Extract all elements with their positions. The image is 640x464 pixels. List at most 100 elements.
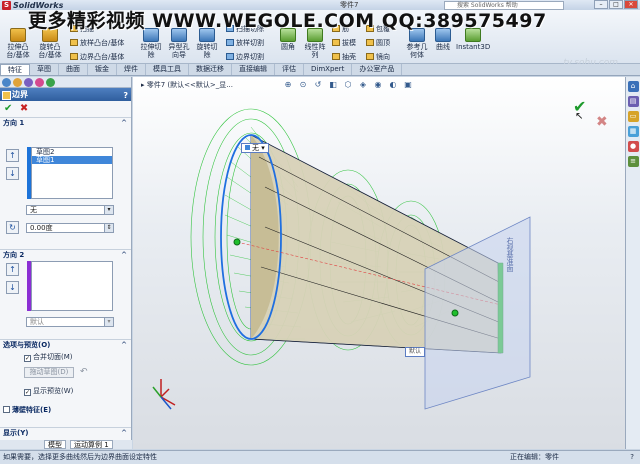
- tab-evaluate[interactable]: 评估: [275, 64, 304, 75]
- design-library-icon[interactable]: ▤: [627, 96, 639, 107]
- move-down-button[interactable]: ↓: [6, 167, 19, 180]
- collapse-icon: ^: [121, 429, 127, 437]
- display-manager-icon[interactable]: [46, 78, 55, 87]
- checkmark-icon: ✓: [24, 389, 31, 396]
- tab-weldments[interactable]: 焊件: [117, 64, 146, 75]
- property-manager-icon[interactable]: [13, 78, 22, 87]
- watermark-cn: 更多精彩视频: [28, 10, 146, 32]
- triad-z-icon: [160, 396, 172, 410]
- boundary-cut-button[interactable]: 边界切割: [226, 52, 264, 62]
- dimxpert-manager-icon[interactable]: [35, 78, 44, 87]
- undo-sketch-drag-icon[interactable]: ↶: [80, 367, 88, 377]
- extrude-icon: [10, 28, 26, 42]
- help-icon[interactable]: ?: [630, 451, 634, 464]
- tab-data-migration[interactable]: 数据迁移: [189, 64, 232, 75]
- watermark-banner: 更多精彩视频 WWW.WEGOLE.COM QQ:389575497: [28, 6, 547, 33]
- move-down-button-2[interactable]: ↓: [6, 281, 19, 294]
- watermark-url: WWW.WEGOLE.COM: [152, 10, 375, 32]
- help-icon[interactable]: ?: [123, 89, 128, 102]
- custom-properties-icon[interactable]: ≡: [627, 156, 639, 167]
- tab-model[interactable]: 模型: [44, 440, 66, 449]
- loft-icon: [70, 39, 78, 46]
- direction2-curves-list[interactable]: [31, 261, 113, 311]
- property-manager: 边界 ? ✔ ✖ 方向 1 ^ ↑ ↓ 草图2 草图1 无 ▾ ↻ 0.00度 ⇕ 方…: [0, 77, 132, 449]
- model-canvas: [152, 108, 531, 410]
- mirror-button[interactable]: 镜向: [366, 52, 390, 62]
- collapse-icon: ^: [121, 251, 127, 259]
- task-pane: ⌂ ▤ ▭ ▦ ● ≡: [625, 77, 640, 449]
- move-up-button-2[interactable]: ↑: [6, 263, 19, 276]
- ok-check-icon[interactable]: ✔: [4, 103, 12, 114]
- command-tabs: 特征 草图 曲面 钣金 焊件 模具工具 数据迁移 直接编辑 评估 DimXper…: [0, 64, 640, 76]
- mouse-pointer-icon: ↖: [575, 111, 584, 122]
- triad-y-icon: [152, 386, 162, 398]
- connector-point[interactable]: [233, 238, 241, 246]
- tab-dimxpert[interactable]: DimXpert: [304, 64, 353, 75]
- appearances-icon[interactable]: ●: [627, 141, 639, 152]
- direction1-curves-list[interactable]: 草图2 草图1: [31, 147, 113, 199]
- plane-label: 右视基准面: [506, 237, 514, 272]
- reverse-direction-button[interactable]: ↻: [6, 221, 19, 234]
- manager-tabs: [0, 77, 131, 88]
- show-preview-checkbox[interactable]: ✓ 显示预览(W): [24, 386, 73, 396]
- options-header[interactable]: 选项与预览(O) ^: [0, 339, 131, 350]
- dome-button[interactable]: 圆顶: [366, 38, 390, 48]
- tab-surfaces[interactable]: 曲面: [59, 64, 88, 75]
- ok-cancel-bar: ✔ ✖: [0, 101, 131, 115]
- minimize-button[interactable]: –: [594, 0, 608, 9]
- close-button[interactable]: ✕: [624, 0, 638, 9]
- tab-mold-tools[interactable]: 模具工具: [146, 64, 189, 75]
- boundary-cut-icon: [226, 53, 234, 60]
- shell-icon: [332, 53, 340, 60]
- connector-point[interactable]: [451, 309, 459, 317]
- view-palette-icon[interactable]: ▦: [627, 126, 639, 137]
- shell-button[interactable]: 抽壳: [332, 52, 356, 62]
- thin-feature-group[interactable]: 薄壁特征(E): [3, 405, 51, 415]
- display-header[interactable]: 显示(Y) ^: [0, 427, 131, 438]
- direction2-header[interactable]: 方向 2 ^: [0, 249, 131, 260]
- dome-icon: [366, 39, 374, 46]
- boundary-icon: [70, 53, 78, 60]
- direction1-header[interactable]: 方向 1 ^: [0, 117, 131, 128]
- mirror-icon: [366, 53, 374, 60]
- cancel-x-icon[interactable]: ✖: [20, 103, 28, 114]
- graphics-area[interactable]: ▸ 零件7 (默认<<默认>_显... ⊕ ⊙ ↺ ◧ ⬡ ◈ ◉ ◐ ▣ 无 …: [133, 77, 625, 449]
- tab-motion-study[interactable]: 运动算例 1: [70, 440, 113, 449]
- callout-bottom[interactable]: 默认: [405, 347, 426, 357]
- checkmark-icon: ✓: [24, 355, 31, 362]
- bottom-tabs: 模型 运动算例 1: [0, 440, 132, 449]
- draft-button[interactable]: 拔模: [332, 38, 356, 48]
- tab-sheet-metal[interactable]: 钣金: [88, 64, 117, 75]
- resources-icon[interactable]: ⌂: [627, 81, 639, 92]
- draft-angle-input[interactable]: 0.00度 ⇕: [26, 223, 114, 233]
- watermark-qq: QQ:389575497: [381, 10, 547, 32]
- status-bar: 如果需要，选择更多曲线然后为边界曲面设定特性 正在编辑：零件 ?: [0, 450, 640, 464]
- config-manager-icon[interactable]: [24, 78, 33, 87]
- lofted-cut-button[interactable]: 放样切割: [226, 38, 264, 48]
- collapse-icon: ^: [121, 119, 127, 127]
- tab-direct-editing[interactable]: 直接编辑: [232, 64, 275, 75]
- feature-manager-icon[interactable]: [2, 78, 11, 87]
- list-item[interactable]: 草图2: [32, 148, 112, 156]
- merge-tangent-checkbox[interactable]: ✓ 合并切面(M): [24, 352, 73, 362]
- window-controls: – □ ✕: [594, 0, 638, 9]
- move-up-button[interactable]: ↑: [6, 149, 19, 162]
- direction2-option-select[interactable]: 默认 ▾: [26, 317, 114, 327]
- list-item[interactable]: 草图1: [32, 156, 112, 164]
- spinner-icon[interactable]: ⇕: [104, 224, 113, 232]
- loft-boss-button[interactable]: 放样凸台/基体: [70, 38, 124, 48]
- maximize-button[interactable]: □: [609, 0, 623, 9]
- chevron-down-icon: ▾: [104, 318, 113, 326]
- confirm-corner-cancel-icon[interactable]: ✖: [596, 114, 608, 130]
- file-explorer-icon[interactable]: ▭: [627, 111, 639, 122]
- boundary-boss-button[interactable]: 边界凸台/基体: [70, 52, 124, 62]
- tangency-type-select[interactable]: 无 ▾: [26, 205, 114, 215]
- chevron-down-icon: ▾: [104, 206, 113, 214]
- callout-top[interactable]: 无 ▾: [241, 143, 269, 153]
- drag-sketch-button[interactable]: 拖动草图(D): [24, 367, 74, 378]
- tab-features[interactable]: 特征: [0, 64, 30, 75]
- tab-office-products[interactable]: 办公室产品: [352, 64, 403, 75]
- tab-sketch[interactable]: 草图: [30, 64, 59, 75]
- lofted-cut-icon: [226, 39, 234, 46]
- unchecked-box-icon: [3, 406, 10, 413]
